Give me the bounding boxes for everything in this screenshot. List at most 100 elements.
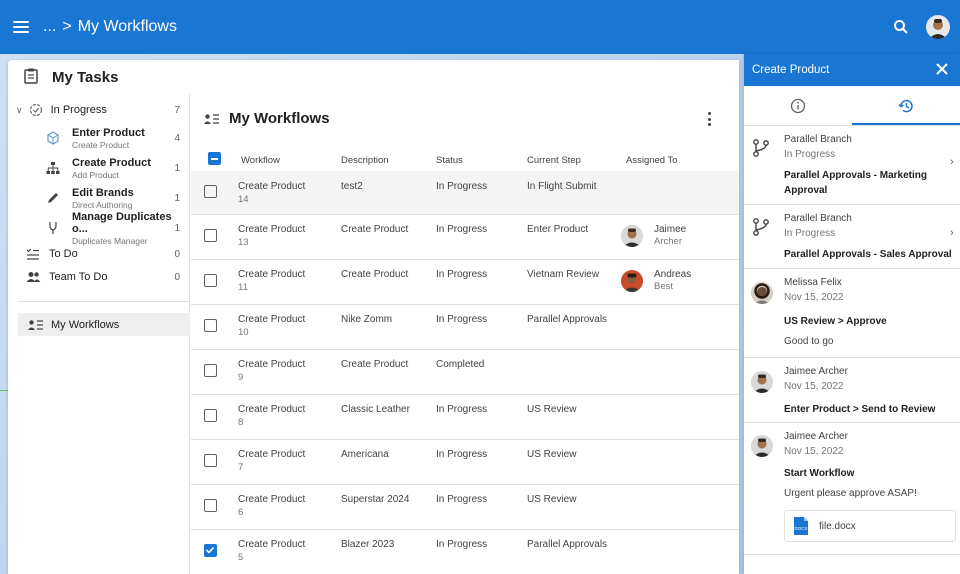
history-status: In Progress [784, 228, 836, 239]
avatar [751, 282, 773, 304]
history-item: Jaimee Archer Nov 15, 2022 Enter Product… [744, 358, 960, 423]
tab-info[interactable] [744, 86, 852, 126]
column-header-current-step[interactable]: Current Step [527, 155, 581, 166]
history-item[interactable]: Parallel Branch In Progress Parallel App… [744, 205, 960, 269]
tab-history[interactable] [852, 86, 960, 126]
nav-in-progress-label: In Progress [50, 104, 107, 116]
nav-todo[interactable]: To Do 0 [8, 246, 190, 262]
breadcrumb-ellipsis[interactable]: ... [43, 18, 56, 36]
nav-item-count: 4 [174, 132, 180, 144]
nav-my-workflows-label: My Workflows [51, 318, 120, 331]
chevron-right-icon[interactable]: › [950, 156, 954, 168]
table-row[interactable]: Create Product 7 Americana In Progress US… [191, 440, 739, 485]
user-avatar[interactable] [926, 15, 950, 39]
nav-my-workflows[interactable]: My Workflows [18, 313, 190, 336]
breadcrumb-separator: > [62, 18, 72, 35]
table-row[interactable]: Create Product 5 Blazer 2023 In Progress … [191, 530, 739, 574]
workflow-status: In Progress [436, 449, 488, 460]
workflow-description: Create Product [341, 359, 409, 370]
assignee-last-name: Archer [654, 236, 682, 247]
workflow-number: 5 [238, 552, 244, 563]
workflow-name: Create Product [238, 539, 306, 550]
nav-item-sub: Create Product [72, 139, 130, 150]
menu-icon[interactable] [13, 21, 29, 33]
workflow-name: Create Product [238, 314, 306, 325]
panel-title: Create Product [752, 64, 830, 76]
table-row[interactable]: Create Product 11 Create Product In Progr… [191, 260, 739, 305]
nav-item-label: Edit Brands [72, 186, 134, 199]
row-checkbox[interactable] [204, 185, 217, 198]
hierarchy-icon [46, 162, 60, 174]
workflow-current-step: Parallel Approvals [527, 539, 608, 550]
more-options-icon[interactable] [708, 112, 712, 126]
row-checkbox-checked[interactable] [204, 544, 217, 557]
nav-team-todo-label: Team To Do [49, 271, 108, 283]
column-header-description[interactable]: Description [341, 155, 389, 166]
tasks-card: My Tasks ∨ In Progress 7 Enter Product C… [8, 60, 739, 574]
workflow-current-step: Enter Product [527, 224, 589, 235]
workflow-list-icon [204, 114, 219, 124]
docx-badge-text: DOCX [794, 526, 807, 531]
history-action: Start Workflow [784, 468, 855, 479]
close-icon[interactable] [935, 62, 949, 76]
row-checkbox[interactable] [204, 454, 217, 467]
workflow-current-step: US Review [527, 404, 577, 415]
avatar [751, 435, 773, 457]
table-row[interactable]: Create Product 13 Create Product In Progr… [191, 215, 739, 260]
row-checkbox[interactable] [204, 229, 217, 242]
nav-item-manage-duplicates[interactable]: Manage Duplicates o... Duplicates Manage… [8, 211, 190, 246]
nav-item-enter-product[interactable]: Enter Product Create Product 4 [8, 125, 190, 151]
workflow-number: 14 [238, 194, 249, 205]
table-row[interactable]: Create Product 8 Classic Leather In Progr… [191, 395, 739, 440]
workflow-list-icon [28, 319, 43, 330]
workflow-description: Create Product [341, 224, 409, 235]
nav-in-progress[interactable]: ∨ In Progress 7 [8, 102, 190, 118]
workflow-status: In Progress [436, 494, 488, 505]
workflow-description: test2 [341, 181, 363, 192]
assignee[interactable]: Andreas Best [621, 269, 691, 293]
workflow-description: Superstar 2024 [341, 494, 410, 505]
select-all-checkbox[interactable] [208, 152, 221, 165]
table-row[interactable]: Create Product 9 Create Product Completed [191, 350, 739, 395]
row-checkbox[interactable] [204, 499, 217, 512]
table-row[interactable]: Create Product 14 test2 In Progress In Fl… [191, 171, 739, 215]
attachment-file[interactable]: DOCX file.docx [784, 510, 956, 542]
history-comment: Good to go [784, 336, 834, 347]
history-comment: Urgent please approve ASAP! [784, 488, 917, 499]
assignee[interactable]: Jaimee Archer [621, 224, 686, 248]
nav-item-sub: Add Product [72, 169, 119, 180]
table-row[interactable]: Create Product 6 Superstar 2024 In Progre… [191, 485, 739, 530]
workflow-number: 6 [238, 507, 244, 518]
workflow-current-step: US Review [527, 494, 577, 505]
row-checkbox[interactable] [204, 274, 217, 287]
nav-item-sub: Duplicates Manager [71, 235, 148, 246]
history-action: US Review > Approve [784, 316, 887, 327]
chevron-right-icon[interactable]: › [950, 227, 954, 239]
nav-item-label: Manage Duplicates o... [71, 210, 172, 235]
workflow-name: Create Product [238, 181, 306, 192]
nav-item-sub: Direct Authoring [72, 199, 133, 210]
table-row[interactable]: Create Product 10 Nike Zomm In Progress P… [191, 305, 739, 350]
workflow-name: Create Product [238, 224, 306, 235]
nav-todo-count: 0 [174, 248, 180, 260]
assignee-first-name: Andreas [654, 269, 692, 280]
row-checkbox[interactable] [204, 364, 217, 377]
nav-item-create-product[interactable]: Create Product Add Product 1 [8, 155, 190, 181]
pencil-icon [48, 193, 58, 203]
nav-team-todo[interactable]: Team To Do 0 [8, 269, 190, 285]
column-header-assigned-to[interactable]: Assigned To [626, 155, 678, 166]
attachment-filename: file.docx [819, 520, 856, 532]
search-icon[interactable] [893, 19, 909, 35]
row-checkbox[interactable] [204, 319, 217, 332]
details-panel: Create Product Parallel Branch In Progre… [744, 54, 960, 574]
task-nav: ∨ In Progress 7 Enter Product Create Pro… [8, 94, 190, 574]
nav-team-todo-count: 0 [174, 271, 180, 283]
column-header-workflow[interactable]: Workflow [241, 155, 280, 166]
workflow-current-step: Vietnam Review [527, 269, 600, 280]
column-header-status[interactable]: Status [436, 155, 463, 166]
workflow-name: Create Product [238, 359, 306, 370]
history-item[interactable]: Parallel Branch In Progress Parallel App… [744, 126, 960, 205]
assignee-first-name: Jaimee [654, 224, 687, 235]
row-checkbox[interactable] [204, 409, 217, 422]
nav-item-edit-brands[interactable]: Edit Brands Direct Authoring 1 [8, 185, 190, 211]
